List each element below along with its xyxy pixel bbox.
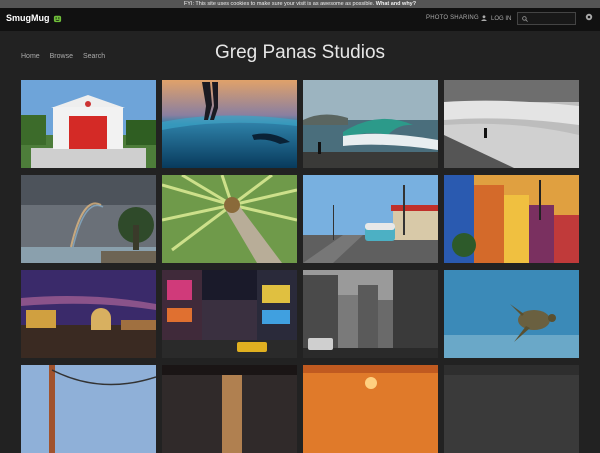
gray-ocean-photo[interactable] <box>444 365 579 453</box>
city-street-bw-photo[interactable] <box>303 270 438 358</box>
search-box[interactable] <box>517 12 576 25</box>
cookie-link[interactable]: What and why? <box>376 1 416 7</box>
site-header: Home Browse Search Greg Panas Studios <box>0 31 600 80</box>
vw-bus-street-photo[interactable] <box>303 175 438 263</box>
colorful-buildings-photo[interactable] <box>444 175 579 263</box>
night-city-dome-photo[interactable] <box>21 270 156 358</box>
cookie-banner: FYI: This site uses cookies to make sure… <box>0 0 600 8</box>
surfer-underwater-photo[interactable] <box>162 80 297 168</box>
top-navigation: SmugMug PHOTO SHARING LOG IN <box>0 8 600 31</box>
user-icon <box>481 15 487 21</box>
sea-turtle-photo[interactable] <box>444 270 579 358</box>
smugmug-logo[interactable]: SmugMug <box>6 13 62 23</box>
palm-tree-photo[interactable] <box>162 175 297 263</box>
gear-icon[interactable] <box>585 13 593 21</box>
smugmug-face-icon <box>53 15 62 23</box>
surfer-beach-bw-photo[interactable] <box>444 80 579 168</box>
site-title: Greg Panas Studios <box>214 42 386 63</box>
times-square-photo[interactable] <box>162 270 297 358</box>
cookie-text: FYI: This site uses cookies to make sure… <box>183 1 375 7</box>
login-link[interactable]: LOG IN <box>481 15 511 22</box>
red-fire-station-photo[interactable] <box>21 80 156 168</box>
bridge-photo[interactable] <box>21 365 156 453</box>
sunset-pier-photo[interactable] <box>303 365 438 453</box>
brand-name: SmugMug <box>6 13 50 23</box>
rainbow-ocean-photo[interactable] <box>21 175 156 263</box>
pier-silhouette-photo[interactable] <box>162 365 297 453</box>
wave-cliff-photo[interactable] <box>303 80 438 168</box>
search-icon <box>522 16 528 22</box>
login-label: LOG IN <box>491 16 512 22</box>
photo-sharing-link[interactable]: PHOTO SHARING <box>426 15 479 21</box>
